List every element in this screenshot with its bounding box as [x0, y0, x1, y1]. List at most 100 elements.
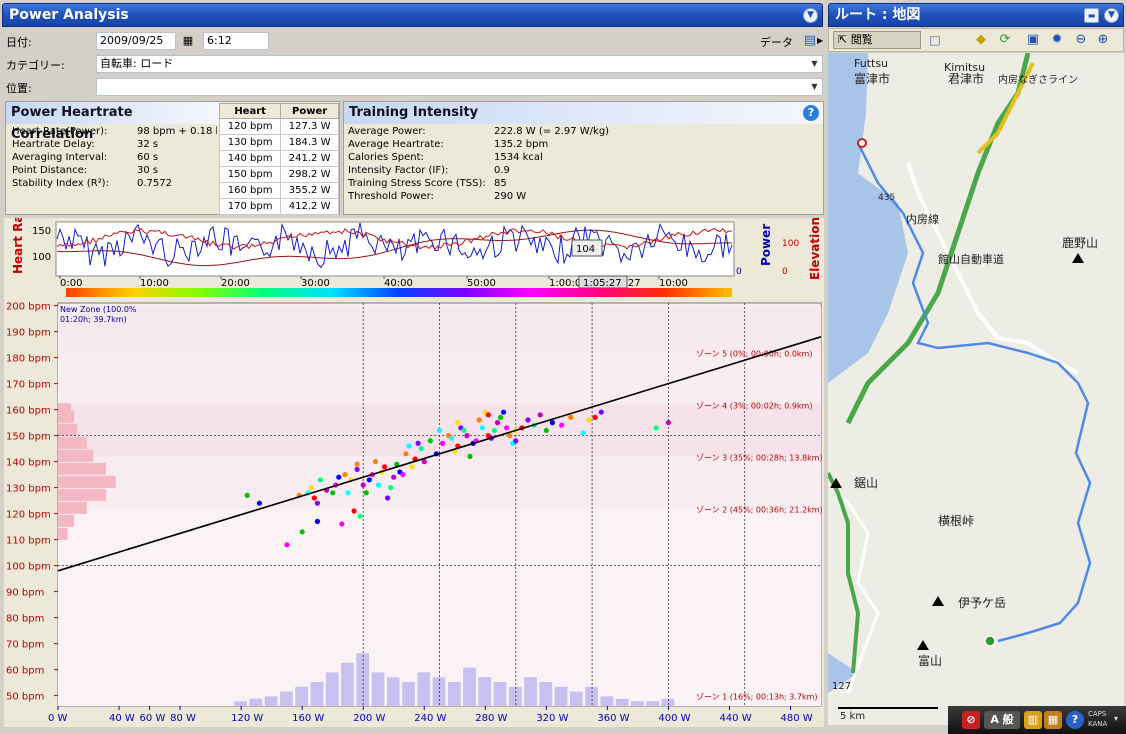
scatter-point	[403, 451, 409, 457]
scatter-point	[494, 420, 501, 426]
chevron-down-icon[interactable]: ▼	[808, 57, 821, 71]
x-tick-label: 160 W	[292, 713, 324, 724]
power-histogram-bar	[432, 677, 446, 706]
time-field[interactable]: 6:12	[203, 32, 269, 50]
caps-indicator: CAPS	[1088, 710, 1107, 718]
collapse-chevron-icon[interactable]: ▼	[803, 8, 818, 23]
power-histogram-bar	[569, 691, 583, 706]
map-place-label: 鋸山	[854, 475, 878, 490]
route-map[interactable]: Kimitsu君津市Futtsu富津市鹿野山鋸山横根峠伊予ケ岳富山5 km435…	[828, 53, 1124, 725]
help-icon[interactable]: ?	[1066, 711, 1084, 729]
location-select[interactable]: ▼	[96, 78, 823, 96]
table-row: 160 bpm 355.2 W	[218, 182, 339, 199]
power-histogram-bar	[493, 682, 507, 706]
select-rectangle-icon[interactable]: □	[927, 32, 943, 48]
scatter-point	[455, 420, 461, 426]
scatter-point	[409, 464, 415, 470]
map-place-label: 富山	[918, 653, 942, 668]
zoom-in-icon[interactable]: ⊕	[1095, 32, 1111, 48]
power-histogram-bar	[585, 686, 598, 706]
cursor-arrow-icon: ⇱	[838, 33, 848, 46]
scatter-point	[339, 521, 345, 527]
correlation-value: 32 s	[137, 139, 159, 150]
heart-rate-axis-label: Heart Rate	[11, 218, 25, 274]
map-place-label: 5 km	[840, 711, 865, 722]
kana-indicator: KANA	[1088, 720, 1108, 728]
diamond-marker-icon[interactable]: ◆	[973, 32, 989, 48]
y-tick-label: 160 bpm	[6, 406, 51, 417]
chevron-down-icon[interactable]: ▼	[808, 80, 821, 94]
tray-menu-icon[interactable]: ▾	[1114, 714, 1118, 723]
scatter-point	[314, 500, 321, 506]
x-tick-label: 200 W	[353, 713, 385, 724]
start-marker-icon	[857, 138, 867, 148]
power-cell: 355.2 W	[280, 182, 339, 199]
zoom-out-icon[interactable]: ⊖	[1073, 32, 1089, 48]
data-table-icon[interactable]: ▤	[802, 33, 818, 49]
power-histogram-bar	[463, 667, 476, 706]
elevation-axis-label: Elevation	[808, 218, 822, 280]
ime-app-icon[interactable]: ⊘	[962, 711, 980, 729]
help-icon[interactable]: ?	[803, 105, 819, 121]
date-field[interactable]: 2009/09/25	[96, 32, 176, 50]
scatter-point	[476, 417, 482, 423]
category-select[interactable]: 自転車: ロード ▼	[96, 55, 823, 73]
intensity-label: Threshold Power:	[348, 191, 434, 202]
tick-label: 100	[782, 239, 799, 249]
power-histogram-bar	[631, 701, 644, 706]
table-row: 150 bpm 298.2 W	[218, 166, 339, 183]
ime-dictionary-icon[interactable]: ▥	[1024, 711, 1042, 729]
data-arrow-icon[interactable]: ▶	[817, 36, 823, 45]
scatter-point	[461, 427, 467, 433]
layout-icon[interactable]: ▬	[1084, 8, 1099, 23]
hr-histogram-bar	[58, 436, 87, 449]
ime-mode-indicator[interactable]: A 般	[984, 711, 1020, 729]
scatter-point	[351, 508, 357, 514]
scatter-point	[418, 446, 424, 452]
power-cell: 184.3 W	[280, 134, 339, 151]
tick-label: 150	[32, 226, 51, 237]
correlation-scatter-chart[interactable]: 200 bpm 190 bpm 180 bpm 170 bpm 160 bpm 150 b…	[4, 300, 824, 727]
power-histogram-bar	[234, 701, 247, 706]
scatter-point	[415, 440, 421, 446]
scatter-point	[549, 420, 556, 426]
timeline-chart[interactable]: Heart Rate 150 100 Power Elevation 0 100 0 0:00 1…	[4, 218, 824, 300]
heart-cell: 140 bpm	[218, 150, 282, 167]
scatter-point	[375, 482, 382, 488]
scatter-point	[427, 438, 433, 444]
heart-zone-color-bar	[66, 288, 732, 297]
x-tick-label: 60 W	[140, 713, 166, 724]
scatter-point	[357, 513, 363, 519]
gear-icon[interactable]: ✹	[1049, 32, 1065, 48]
correlation-label: Heart Rate(Power):	[12, 126, 108, 137]
scatter-point	[366, 477, 372, 483]
scatter-point	[391, 474, 397, 480]
scatter-point	[385, 495, 391, 501]
y-tick-label: 90 bpm	[6, 588, 44, 599]
scatter-point	[580, 430, 586, 436]
scatter-point	[317, 477, 324, 483]
scatter-point	[586, 417, 592, 423]
map-place-label: 435	[878, 193, 895, 203]
scatter-point	[497, 414, 504, 420]
ime-tools-icon[interactable]: ▦	[1044, 711, 1062, 729]
power-analysis-titlebar: Power Analysis ▼	[2, 3, 823, 27]
x-tick-label: 480 W	[780, 713, 812, 724]
table-row: 120 bpm 127.3 W	[218, 118, 339, 135]
zone-label: ゾーン 3 (35%; 00:28h; 13.8km)	[696, 453, 823, 462]
map-place-label: 君津市	[948, 71, 984, 86]
y-tick-label: 200 bpm	[6, 302, 51, 313]
scatter-point	[256, 500, 263, 506]
scatter-point	[500, 409, 507, 415]
panel-title: Power Analysis	[9, 7, 129, 23]
refresh-icon[interactable]: ⟳	[997, 32, 1013, 48]
browse-tool-button[interactable]: ⇱ 閲覧	[833, 31, 921, 49]
power-histogram-bar	[356, 653, 370, 706]
x-tick-label: 400 W	[658, 713, 690, 724]
calendar-icon[interactable]: ▦	[180, 33, 196, 49]
browse-tool-label: 閲覧	[850, 33, 873, 46]
save-disk-icon[interactable]: ▣	[1025, 32, 1041, 48]
collapse-chevron-icon[interactable]: ▼	[1104, 8, 1119, 23]
scatter-point	[467, 453, 473, 459]
scatter-point	[284, 542, 290, 548]
